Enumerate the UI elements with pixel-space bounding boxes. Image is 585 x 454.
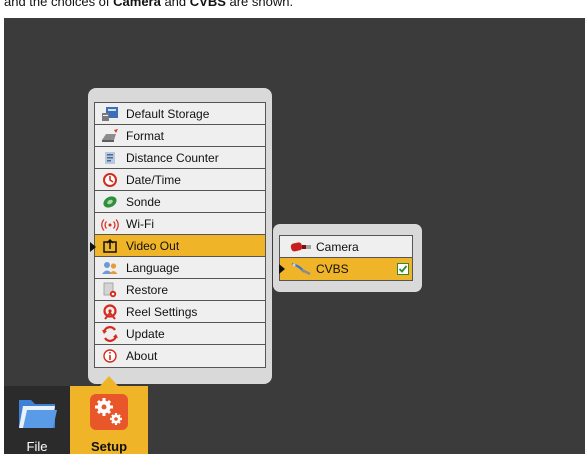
folder-icon <box>19 400 57 428</box>
sonde-icon <box>101 194 119 210</box>
menu-item-label: Reel Settings <box>126 304 198 319</box>
language-icon <box>101 260 119 276</box>
submenu-item-label: CVBS <box>316 262 349 276</box>
menu-item-default-storage[interactable]: Default Storage <box>95 103 265 125</box>
menu-item-label: Update <box>126 326 165 341</box>
distance-counter-icon <box>101 150 119 166</box>
submenu-item-label: Camera <box>316 239 359 254</box>
menu-item-label: Date/Time <box>126 172 181 187</box>
camera-cable-icon <box>290 240 312 254</box>
update-icon <box>101 325 119 342</box>
restore-icon <box>101 282 119 298</box>
format-icon <box>101 128 119 144</box>
menu-item-reel-settings[interactable]: Reel Settings <box>95 301 265 323</box>
menu-item-label: Sonde <box>126 194 161 209</box>
menu-item-label: Video Out <box>126 238 180 253</box>
reel-icon <box>101 303 119 320</box>
info-icon <box>101 348 119 364</box>
clock-icon <box>101 172 119 188</box>
menu-item-wifi[interactable]: Wi-Fi <box>95 213 265 235</box>
submenu-item-cvbs[interactable]: CVBS <box>280 258 412 280</box>
gear-icon <box>90 394 128 430</box>
taskbar-file-button[interactable]: File <box>4 386 70 454</box>
caption-bold-cvbs: CVBS <box>189 0 226 9</box>
menu-item-label: Language <box>126 260 180 275</box>
video-out-submenu-list: Camera CVBS <box>279 235 413 281</box>
wifi-icon <box>101 216 119 232</box>
menu-item-about[interactable]: About <box>95 345 265 367</box>
menu-item-restore[interactable]: Restore <box>95 279 265 301</box>
menu-item-label: Restore <box>126 282 169 297</box>
taskbar-setup-button[interactable]: Setup <box>70 386 148 454</box>
taskbar-setup-label: Setup <box>90 439 128 454</box>
menu-item-label: Format <box>126 128 165 143</box>
checkbox-checked[interactable] <box>397 263 409 275</box>
instruction-caption: and the choices of Camera and CVBS are s… <box>0 0 585 18</box>
caption-text-before: and the choices of <box>4 0 114 9</box>
caption-text-after: are shown. <box>225 0 294 9</box>
menu-item-label: About <box>126 349 158 363</box>
menu-selection-pointer <box>90 242 96 252</box>
caption-bold-camera: Camera <box>113 0 161 9</box>
menu-item-date-time[interactable]: Date/Time <box>95 169 265 191</box>
menu-item-label: Default Storage <box>126 106 210 121</box>
cvbs-cable-icon <box>290 262 312 276</box>
menu-item-format[interactable]: Format <box>95 125 265 147</box>
menu-item-label: Distance Counter <box>126 150 219 165</box>
submenu-item-camera[interactable]: Camera <box>280 236 412 258</box>
storage-icon <box>101 106 119 122</box>
setup-menu-list: Default Storage Format Distance Counter … <box>94 102 266 368</box>
submenu-selection-pointer <box>279 264 285 274</box>
menu-anchor-notch <box>100 376 118 386</box>
menu-item-distance-counter[interactable]: Distance Counter <box>95 147 265 169</box>
taskbar-file-label: File <box>26 439 48 454</box>
menu-item-video-out[interactable]: Video Out <box>95 235 265 257</box>
caption-text-middle: and <box>160 0 190 9</box>
menu-item-sonde[interactable]: Sonde <box>95 191 265 213</box>
menu-item-update[interactable]: Update <box>95 323 265 345</box>
menu-item-label: Wi-Fi <box>126 216 154 231</box>
video-out-icon <box>101 238 119 254</box>
check-icon <box>398 265 408 273</box>
menu-item-language[interactable]: Language <box>95 257 265 279</box>
